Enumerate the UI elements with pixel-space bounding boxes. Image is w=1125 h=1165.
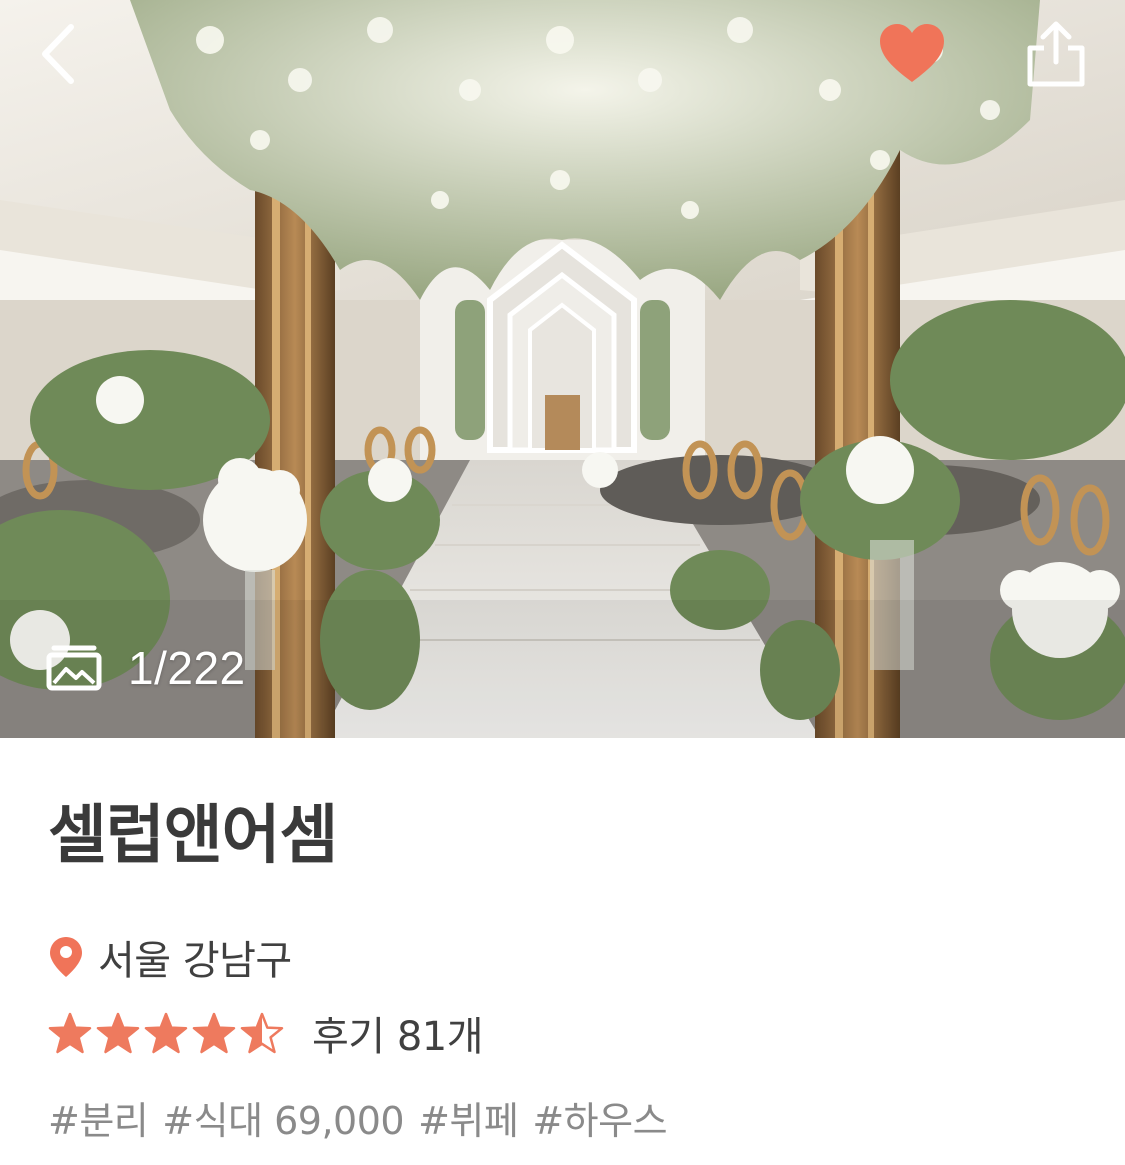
hashtag[interactable]: #하우스 [532,1090,667,1145]
hashtag[interactable]: #뷔페 [418,1090,519,1145]
wedding-hall-photo [0,0,1125,738]
tag-list: #분리 #식대 69,000 #뷔페 #하우스 [48,1090,668,1145]
location-text: 서울 강남구 [98,938,292,984]
share-icon [1027,21,1085,87]
star-full-icon [144,1012,188,1054]
hero-photo[interactable]: 1/222 [0,0,1125,738]
star-half-icon [240,1012,284,1054]
back-button[interactable] [22,16,92,92]
rating-stars [48,1012,284,1054]
rating-row: 후기 81개 [48,1004,484,1062]
venue-info: 셀럽앤어셈 서울 강남구 후기 81개 #분리 #식대 69,000 #뷔페 #하우스 [0,738,1125,1165]
review-count[interactable]: 후기 81개 [312,1004,484,1062]
star-full-icon [192,1012,236,1054]
hashtag[interactable]: #식대 69,000 [162,1090,404,1145]
heart-icon [880,24,944,82]
venue-name: 셀럽앤어셈 [48,799,338,873]
location-row[interactable]: 서울 강남구 [48,928,292,986]
gallery-icon [46,645,102,691]
hashtag[interactable]: #분리 [48,1090,149,1145]
photo-counter-text: 1/222 [128,642,246,694]
location-pin-icon [50,937,82,977]
favorite-button[interactable] [872,16,952,92]
share-button[interactable] [1016,14,1096,94]
photo-counter[interactable]: 1/222 [46,636,246,700]
star-full-icon [96,1012,140,1054]
star-full-icon [48,1012,92,1054]
chevron-left-icon [42,24,74,84]
